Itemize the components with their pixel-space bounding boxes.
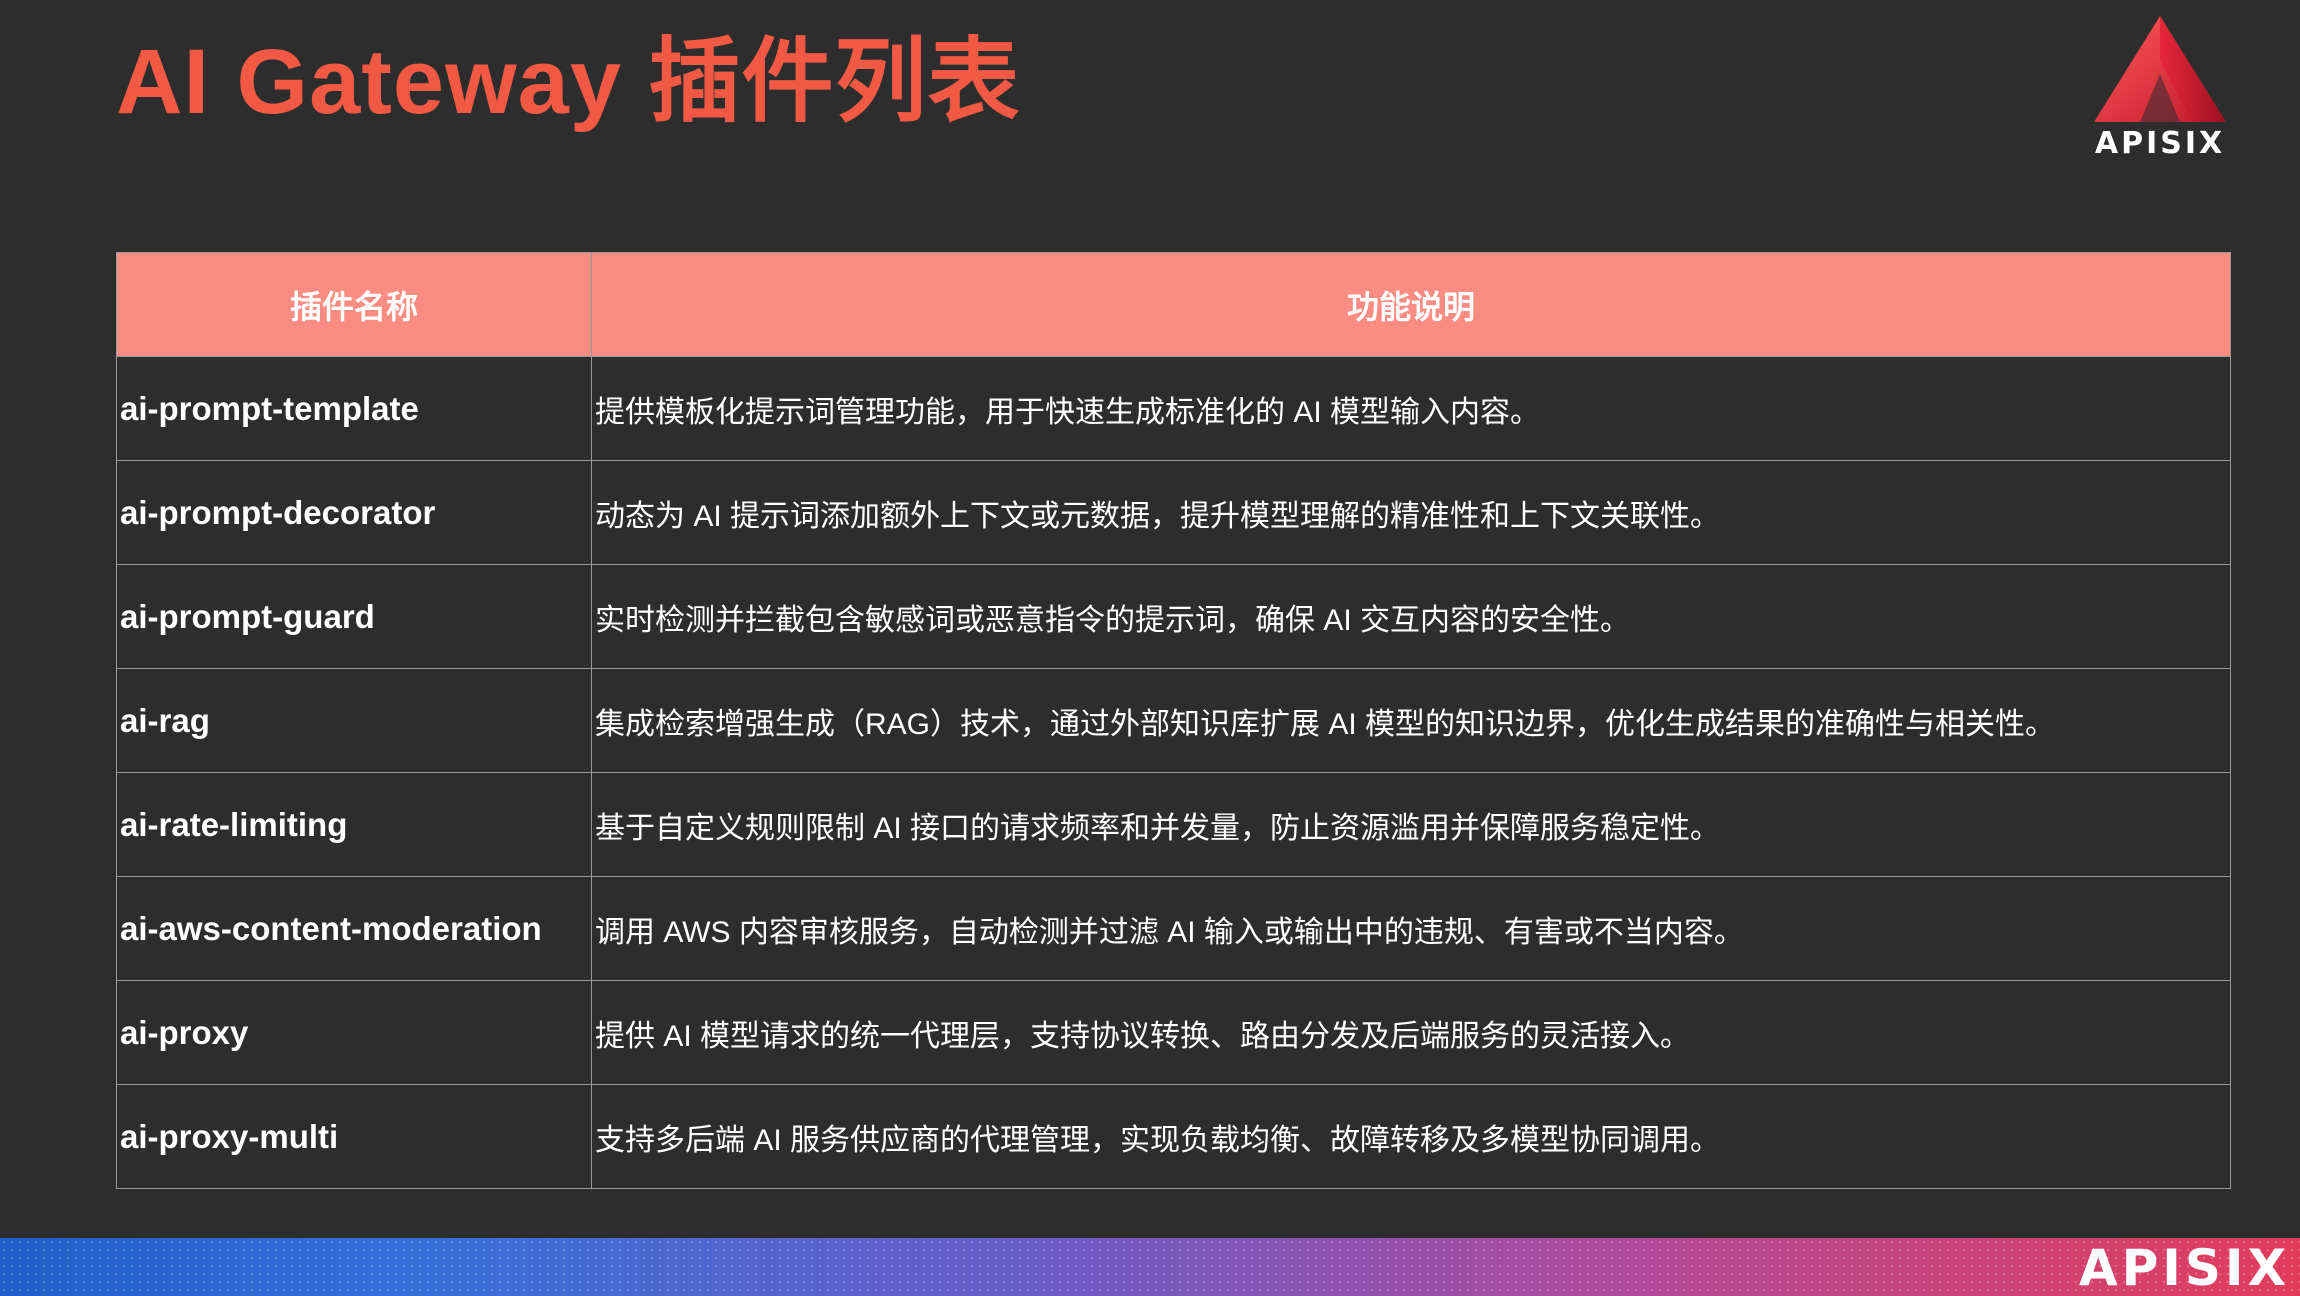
plugin-description-cell: 提供模板化提示词管理功能，用于快速生成标准化的 AI 模型输入内容。 [591,356,2231,461]
table-row: ai-aws-content-moderation 调用 AWS 内容审核服务，… [116,876,2231,981]
table-header-row: 插件名称 功能说明 [116,252,2231,357]
plugin-description-cell: 提供 AI 模型请求的统一代理层，支持协议转换、路由分发及后端服务的灵活接入。 [591,980,2231,1085]
table-row: ai-prompt-decorator 动态为 AI 提示词添加额外上下文或元数… [116,460,2231,565]
apisix-triangle-logo-icon [2094,16,2226,122]
plugin-name-cell: ai-prompt-guard [116,564,592,669]
apisix-logo-text: APISIX [2094,126,2226,161]
plugin-table: 插件名称 功能说明 ai-prompt-template 提供模板化提示词管理功… [116,252,2231,1189]
header-description: 功能说明 [591,252,2231,357]
plugin-description-cell: 调用 AWS 内容审核服务，自动检测并过滤 AI 输入或输出中的违规、有害或不当… [591,876,2231,981]
table-row: ai-prompt-template 提供模板化提示词管理功能，用于快速生成标准… [116,356,2231,461]
plugin-description-cell: 集成检索增强生成（RAG）技术，通过外部知识库扩展 AI 模型的知识边界，优化生… [591,668,2231,773]
table-row: ai-rate-limiting 基于自定义规则限制 AI 接口的请求频率和并发… [116,772,2231,877]
plugin-description-cell: 基于自定义规则限制 AI 接口的请求频率和并发量，防止资源滥用并保障服务稳定性。 [591,772,2231,877]
plugin-description-cell: 实时检测并拦截包含敏感词或恶意指令的提示词，确保 AI 交互内容的安全性。 [591,564,2231,669]
plugin-name-cell: ai-rate-limiting [116,772,592,877]
table-row: ai-rag 集成检索增强生成（RAG）技术，通过外部知识库扩展 AI 模型的知… [116,668,2231,773]
plugin-name-cell: ai-prompt-decorator [116,460,592,565]
plugin-description-cell: 支持多后端 AI 服务供应商的代理管理，实现负载均衡、故障转移及多模型协同调用。 [591,1084,2231,1189]
table-row: ai-prompt-guard 实时检测并拦截包含敏感词或恶意指令的提示词，确保… [116,564,2231,669]
plugin-name-cell: ai-rag [116,668,592,773]
plugin-name-cell: ai-proxy [116,980,592,1085]
plugin-name-cell: ai-proxy-multi [116,1084,592,1189]
table-row: ai-proxy 提供 AI 模型请求的统一代理层，支持协议转换、路由分发及后端… [116,980,2231,1085]
plugin-name-cell: ai-prompt-template [116,356,592,461]
table-row: ai-proxy-multi 支持多后端 AI 服务供应商的代理管理，实现负载均… [116,1084,2231,1189]
apisix-logo: APISIX [2080,14,2240,164]
footer-banner: APISIX [0,1238,2300,1296]
footer-apisix-logo: APISIX [2078,1239,2290,1296]
header-plugin-name: 插件名称 [116,252,592,357]
plugin-name-cell: ai-aws-content-moderation [116,876,592,981]
footer-dot-pattern [0,1238,2300,1296]
plugin-description-cell: 动态为 AI 提示词添加额外上下文或元数据，提升模型理解的精准性和上下文关联性。 [591,460,2231,565]
page-title: AI Gateway 插件列表 [116,31,1021,133]
